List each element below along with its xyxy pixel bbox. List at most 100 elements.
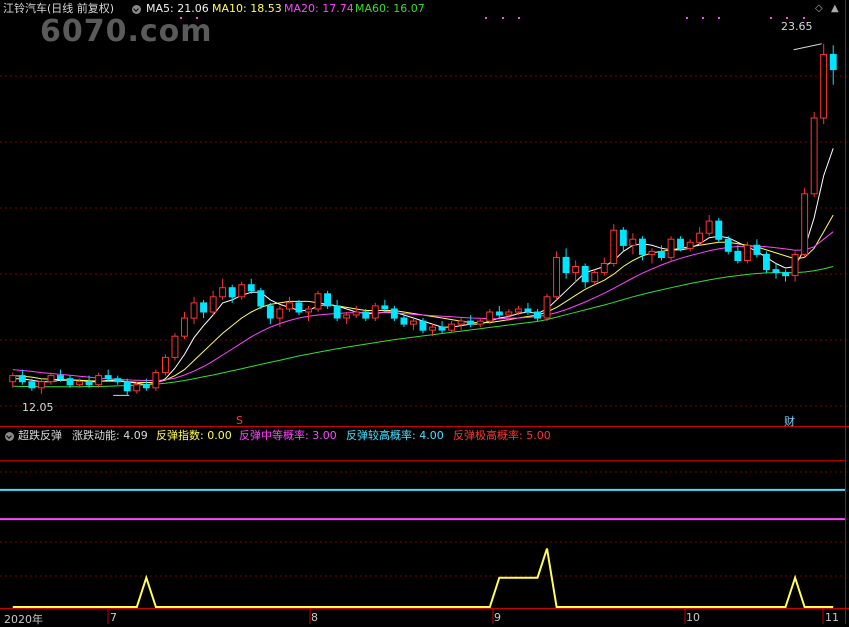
candle — [18, 369, 26, 385]
candlestick-series — [9, 43, 837, 396]
candle-body — [600, 263, 608, 274]
candle — [562, 248, 570, 279]
candle — [200, 299, 208, 319]
signal-dot — [686, 17, 688, 19]
candle-body — [782, 272, 789, 277]
candle-body — [57, 375, 64, 380]
candle — [829, 45, 837, 85]
candle-body — [743, 244, 751, 262]
expand-icon[interactable]: ▲ — [831, 3, 839, 14]
candle-body — [295, 302, 303, 313]
candle-body — [371, 305, 379, 319]
signal-dot — [485, 17, 487, 19]
candle — [801, 187, 809, 258]
candle-body — [734, 250, 742, 261]
candle-body — [314, 293, 322, 310]
candle — [686, 239, 694, 252]
candle-body — [171, 335, 179, 358]
candle-body — [114, 378, 122, 383]
dropdown-icon[interactable] — [132, 5, 141, 14]
candle — [495, 305, 503, 319]
candle — [581, 263, 589, 288]
candle — [457, 318, 465, 331]
candle — [543, 293, 551, 322]
candle-body — [352, 311, 360, 316]
signal-dot — [518, 17, 520, 19]
candle-body — [9, 375, 17, 383]
month-label: 7 — [110, 611, 117, 624]
candle-body — [829, 53, 837, 71]
time-axis — [107, 608, 824, 624]
candle — [162, 354, 169, 376]
ma10-value: MA10: 18.53 — [212, 2, 282, 15]
candle-body — [724, 238, 732, 252]
candle-body — [286, 302, 293, 310]
diamond-icon[interactable]: ◇ — [815, 3, 823, 14]
rebound-index-line — [12, 548, 834, 608]
candle — [591, 269, 599, 285]
medium-prob-value: 反弹中等概率: 3.00 — [239, 429, 337, 442]
candle — [47, 372, 55, 385]
candle-body — [429, 326, 437, 331]
candle — [190, 296, 198, 325]
candle — [314, 290, 322, 312]
candle — [753, 239, 761, 258]
candle — [724, 236, 732, 255]
candle-body — [76, 381, 83, 386]
candle-body — [448, 323, 456, 331]
candle-body — [257, 290, 265, 307]
candle-body — [562, 256, 570, 274]
chart-canvas — [0, 0, 849, 624]
ma20-value: MA20: 17.74 — [284, 2, 354, 15]
candle-body — [753, 244, 761, 255]
stock-chart-window: 江铃汽车(日线 前复权) MA5: 21.06 MA10: 18.53 MA20… — [0, 0, 849, 626]
moving-average-lines — [12, 43, 834, 396]
momentum-value: 涨跌动能: 4.09 — [72, 429, 148, 442]
candle-body — [810, 117, 818, 195]
candle-body — [610, 229, 618, 264]
candle-body — [95, 375, 103, 386]
candle — [619, 227, 627, 252]
candle-body — [37, 381, 45, 389]
candle-body — [133, 384, 141, 392]
ma60-value: MA60: 16.07 — [355, 2, 425, 15]
candle-body — [190, 302, 198, 319]
candle — [438, 321, 446, 334]
signal-dot — [803, 17, 805, 19]
candle-body — [801, 193, 809, 255]
candle-body — [390, 308, 398, 319]
candle-body — [104, 375, 112, 380]
candle-body — [266, 305, 274, 319]
candle-body — [362, 311, 370, 319]
candle — [705, 215, 713, 237]
candle — [696, 227, 704, 246]
candle-body — [457, 320, 465, 325]
candle-body — [324, 293, 332, 307]
candle-body — [66, 378, 74, 386]
candle-body — [400, 317, 408, 325]
candle-body — [581, 266, 589, 283]
candle — [66, 375, 74, 388]
candle — [715, 218, 723, 243]
candle-body — [228, 287, 236, 298]
candle-body — [715, 220, 723, 240]
candle-body — [419, 320, 427, 331]
signal-dot — [786, 17, 788, 19]
candle-body — [162, 356, 169, 374]
candle — [820, 43, 828, 125]
finance-marker[interactable]: 财 — [784, 413, 795, 429]
candle — [400, 315, 408, 328]
high-prob-value: 反弹较高概率: 4.00 — [346, 429, 444, 442]
rebound-index-value: 反弹指数: 0.00 — [156, 429, 232, 442]
signal-dot — [702, 17, 704, 19]
candle-body — [152, 372, 160, 389]
candle — [247, 278, 255, 294]
candle-body — [591, 272, 599, 283]
candle — [629, 233, 637, 255]
indicator-dropdown-icon[interactable] — [5, 432, 14, 441]
candle — [791, 251, 799, 282]
candle-body — [381, 305, 389, 310]
month-label: 9 — [494, 611, 501, 624]
candle — [810, 111, 818, 197]
candle-body — [410, 320, 417, 325]
